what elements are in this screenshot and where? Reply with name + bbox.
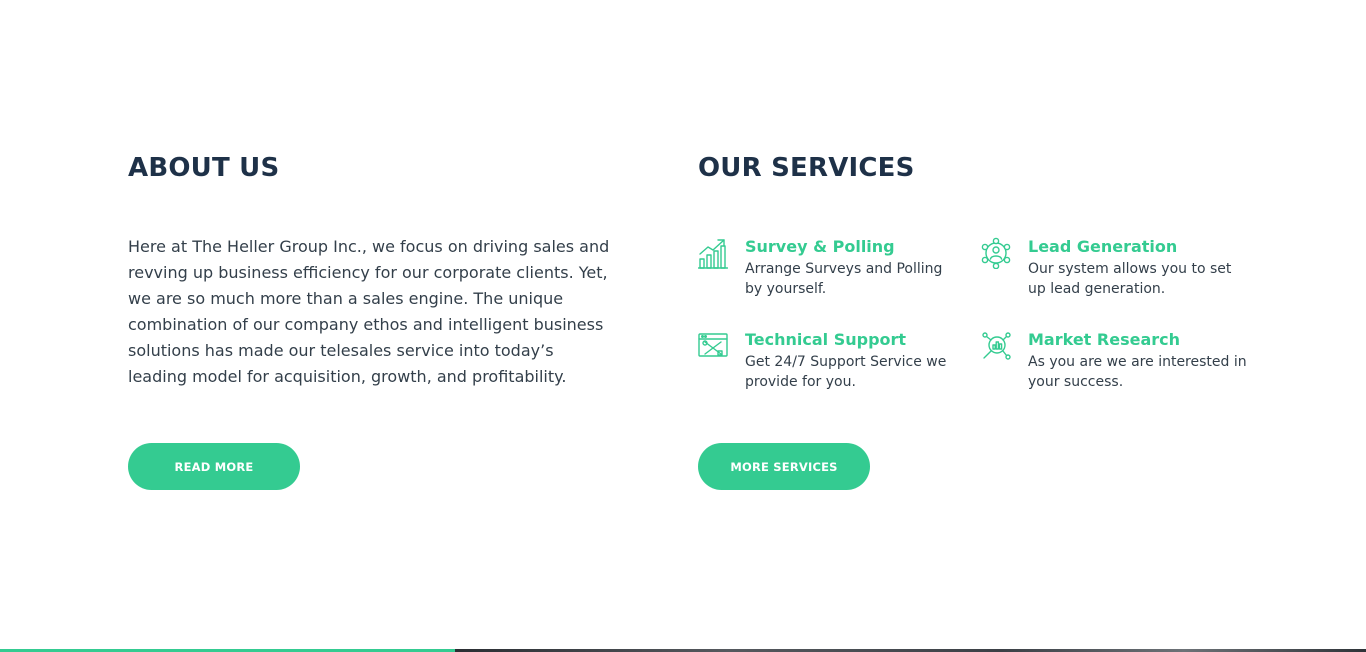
market-research-icon	[981, 330, 1011, 362]
services-title: OUR SERVICES	[698, 153, 915, 183]
tools-support-icon	[698, 330, 728, 362]
about-body: Here at The Heller Group Inc., we focus …	[128, 234, 610, 390]
service-description: As you are we are interested in your suc…	[1028, 352, 1247, 392]
about-body-line: solutions has made our telesales service…	[128, 341, 554, 360]
about-body-line: Here at The Heller Group Inc., we focus …	[128, 237, 610, 256]
service-description-line: Get 24/7 Support Service we	[745, 354, 947, 370]
about-body-line: combination of our company ethos and int…	[128, 315, 604, 334]
read-more-button[interactable]: READ MORE	[128, 443, 300, 490]
service-title[interactable]: Lead Generation	[1028, 237, 1177, 257]
service-description-line: As you are we are interested in	[1028, 354, 1247, 370]
service-title[interactable]: Market Research	[1028, 330, 1180, 350]
service-description-line: by yourself.	[745, 281, 827, 297]
service-description-line: Arrange Surveys and Polling	[745, 261, 943, 277]
page: ABOUT US Here at The Heller Group Inc., …	[0, 0, 1366, 652]
service-description-line: Our system allows you to set	[1028, 261, 1232, 277]
about-body-line: revving up business efficiency for our c…	[128, 263, 608, 282]
about-title: ABOUT US	[128, 153, 280, 183]
service-description-line: your success.	[1028, 374, 1124, 390]
service-description: Arrange Surveys and Polling by yourself.	[745, 259, 942, 299]
service-description: Our system allows you to set up lead gen…	[1028, 259, 1231, 299]
service-description: Get 24/7 Support Service we provide for …	[745, 352, 946, 392]
more-services-button[interactable]: MORE SERVICES	[698, 443, 870, 490]
service-title[interactable]: Technical Support	[745, 330, 906, 350]
service-description-line: up lead generation.	[1028, 281, 1166, 297]
about-body-line: we are so much more than a sales engine.…	[128, 289, 564, 308]
about-body-line: leading model for acquisition, growth, a…	[128, 367, 567, 386]
network-people-icon	[981, 237, 1011, 269]
service-description-line: provide for you.	[745, 374, 856, 390]
chart-growth-icon	[698, 237, 728, 269]
service-title[interactable]: Survey & Polling	[745, 237, 895, 257]
